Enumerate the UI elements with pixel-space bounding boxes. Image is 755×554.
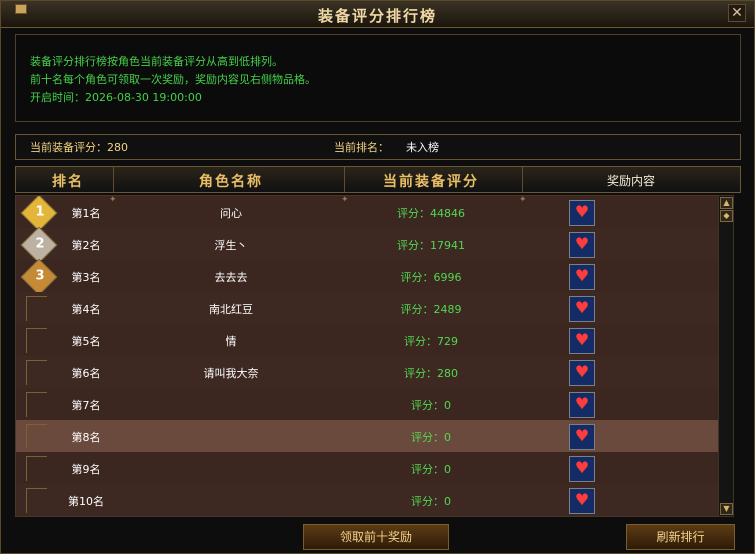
table-row[interactable]: 1 第1名 问心 评分：44846 ♥ <box>16 196 718 232</box>
current-rank-value: 未入榜 <box>406 141 439 154</box>
notice-line-2: 前十名每个角色可领取一次奖励，奖励内容见右侧物品格。 <box>30 73 316 86</box>
row-corner-ornament <box>26 456 47 481</box>
player-score: 评分：0 <box>411 495 451 508</box>
close-button[interactable]: ✕ <box>728 4 746 22</box>
player-score: 评分：2489 <box>400 303 462 316</box>
gift-box-icon[interactable]: ♥ <box>569 456 595 482</box>
table-row[interactable]: 2 第2名 浮生丶 评分：17941 ♥ <box>16 226 718 264</box>
row-corner-ornament <box>26 392 47 417</box>
row-corner-ornament <box>26 360 47 385</box>
current-score: 当前装备评分：280 <box>30 141 128 154</box>
table-row[interactable]: 第9名 评分：0 ♥ <box>16 452 718 485</box>
player-score: 评分：0 <box>411 431 451 444</box>
player-score: 评分：0 <box>411 463 451 476</box>
gift-box-icon[interactable]: ♥ <box>569 296 595 322</box>
table-row[interactable]: 第8名 评分：0 ♥ <box>16 420 718 453</box>
notice-panel: 装备评分排行榜按角色当前装备评分从高到低排列。 前十名每个角色可领取一次奖励，奖… <box>15 34 741 122</box>
table-row[interactable]: 3 第3名 去去去 评分：6996 ♥ <box>16 258 718 296</box>
divider-ornament-icon: ✦ <box>341 195 349 205</box>
rank-label: 第6名 <box>71 367 101 380</box>
player-score: 评分：17941 <box>397 239 465 252</box>
leaderboard-window: 装备评分排行榜 ✕ 装备评分排行榜按角色当前装备评分从高到低排列。 前十名每个角… <box>0 0 755 554</box>
header-reward: 奖励内容 <box>606 174 655 188</box>
player-name: 情 <box>225 335 237 348</box>
refresh-ranking-button[interactable]: 刷新排行 <box>626 524 735 550</box>
row-corner-ornament <box>26 296 47 321</box>
table-header: 排名 角色名称 当前装备评分 奖励内容 <box>15 166 741 193</box>
bronze-medal-icon: 3 <box>20 258 58 296</box>
table-row[interactable]: 第10名 评分：0 ♥ <box>16 484 718 516</box>
gift-box-icon[interactable]: ♥ <box>569 392 595 418</box>
scroll-down-icon[interactable]: ▼ <box>720 503 733 515</box>
divider-ornament-icon: ✦ <box>519 195 527 205</box>
table-row[interactable]: 第7名 评分：0 ♥ <box>16 388 718 421</box>
header-divider <box>522 167 523 192</box>
list-scrollbar[interactable]: ▲ ◆ ▼ <box>718 195 734 517</box>
rank-label: 第3名 <box>71 271 101 284</box>
gift-box-icon[interactable]: ♥ <box>569 424 595 450</box>
header-name: 角色名称 <box>199 174 263 190</box>
player-name: 去去去 <box>214 271 248 284</box>
row-corner-ornament <box>26 488 47 513</box>
title-bar[interactable]: 装备评分排行榜 ✕ <box>1 1 754 28</box>
gift-box-icon[interactable]: ♥ <box>569 200 595 226</box>
rank-label: 第7名 <box>71 399 101 412</box>
rank-label: 第9名 <box>71 463 101 476</box>
gift-box-icon[interactable]: ♥ <box>569 488 595 514</box>
rank-label: 第10名 <box>68 495 104 508</box>
notice-line-3: 开启时间：2026-08-30 19:00:00 <box>30 91 202 104</box>
window-title: 装备评分排行榜 <box>317 7 437 25</box>
gift-box-icon[interactable]: ♥ <box>569 328 595 354</box>
player-name: 南北红豆 <box>209 303 253 316</box>
table-row[interactable]: 第5名 情 评分：729 ♥ <box>16 324 718 357</box>
player-score: 评分：280 <box>404 367 458 380</box>
rank-label: 第8名 <box>71 431 101 444</box>
row-corner-ornament <box>26 328 47 353</box>
current-rank-label: 当前排名： <box>334 141 389 154</box>
header-divider <box>344 167 345 192</box>
player-score: 评分：6996 <box>400 271 462 284</box>
claim-top-ten-button[interactable]: 领取前十奖励 <box>303 524 449 550</box>
scroll-page-up-icon[interactable]: ◆ <box>720 210 733 222</box>
gift-box-icon[interactable]: ♥ <box>569 232 595 258</box>
scroll-up-icon[interactable]: ▲ <box>720 197 733 209</box>
table-row[interactable]: 第4名 南北红豆 评分：2489 ♥ <box>16 292 718 325</box>
player-name: 浮生丶 <box>214 239 248 252</box>
rank-label: 第4名 <box>71 303 101 316</box>
current-status-bar: 当前装备评分：280 当前排名： 未入榜 <box>15 134 741 160</box>
header-score: 当前装备评分 <box>383 174 479 190</box>
player-name: 问心 <box>220 207 242 220</box>
player-name: 请叫我大奈 <box>203 367 259 380</box>
rank-label: 第5名 <box>71 335 101 348</box>
table-row[interactable]: 第6名 请叫我大奈 评分：280 ♥ <box>16 356 718 389</box>
notice-line-1: 装备评分排行榜按角色当前装备评分从高到低排列。 <box>30 55 283 68</box>
divider-ornament-icon: ✦ <box>109 195 117 205</box>
row-corner-ornament <box>26 424 47 449</box>
ranking-list: 1 第1名 问心 评分：44846 ♥ 2 第2名 浮生丶 评分：17941 ♥… <box>15 195 719 517</box>
rank-label: 第2名 <box>71 239 101 252</box>
player-score: 评分：729 <box>404 335 458 348</box>
player-score: 评分：0 <box>411 399 451 412</box>
header-divider <box>113 167 114 192</box>
player-score: 评分：44846 <box>397 207 465 220</box>
rank-label: 第1名 <box>71 207 101 220</box>
gift-box-icon[interactable]: ♥ <box>569 264 595 290</box>
header-rank: 排名 <box>52 174 84 190</box>
gift-box-icon[interactable]: ♥ <box>569 360 595 386</box>
